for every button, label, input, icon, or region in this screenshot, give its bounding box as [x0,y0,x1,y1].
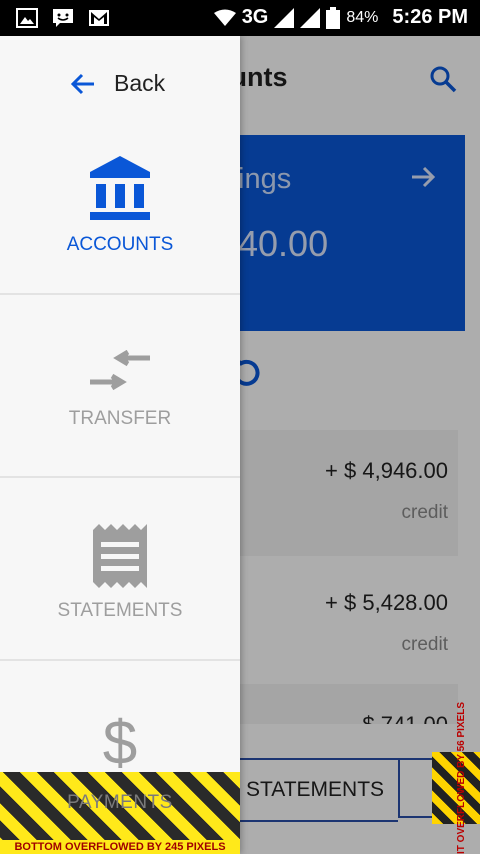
back-label: Back [114,70,166,96]
arrow-left-icon [70,73,94,94]
gmail-icon [89,10,109,26]
drawer-item-label: TRANSFER [68,408,172,429]
svg-text:$: $ [103,709,137,772]
bank-icon [90,156,150,220]
status-bar: 3G 84% 5:26 PM [0,0,480,36]
signal-icon [274,7,295,28]
transfer-arrows-icon [90,350,150,391]
image-icon [16,8,38,28]
drawer-item-statements[interactable]: STATEMENTS [0,524,240,622]
navigation-drawer: Back ACCOUNTS TRANSFER STATEMENTS $ [0,36,240,854]
divider [0,293,240,295]
clock: 5:26 PM [392,6,468,28]
overflow-warning-text: IT OVERFLOWED BY 56 PIXELS [456,701,467,854]
drawer-item-transfer[interactable]: TRANSFER [0,350,240,430]
receipt-icon [93,524,147,588]
drawer-item-label: PAYMENTS [67,792,173,813]
drawer-item-label: STATEMENTS [57,600,183,621]
chat-icon [53,9,73,27]
dollar-icon: $ [103,709,137,772]
overflow-warning-text: BOTTOM OVERFLOWED BY 245 PIXELS [0,840,240,854]
back-button[interactable]: Back [70,70,165,97]
battery-percent: 84% [346,8,379,26]
drawer-item-label: ACCOUNTS [66,234,174,255]
divider [0,659,240,661]
signal-icon [300,7,321,28]
drawer-item-payments[interactable]: $ [0,708,240,772]
battery-icon [326,6,341,29]
overflow-warning-right: IT OVERFLOWED BY 56 PIXELS [456,690,478,854]
divider [0,476,240,478]
drawer-item-accounts[interactable]: ACCOUNTS [0,154,240,256]
wifi-icon [213,9,236,26]
network-type: 3G [241,6,269,28]
